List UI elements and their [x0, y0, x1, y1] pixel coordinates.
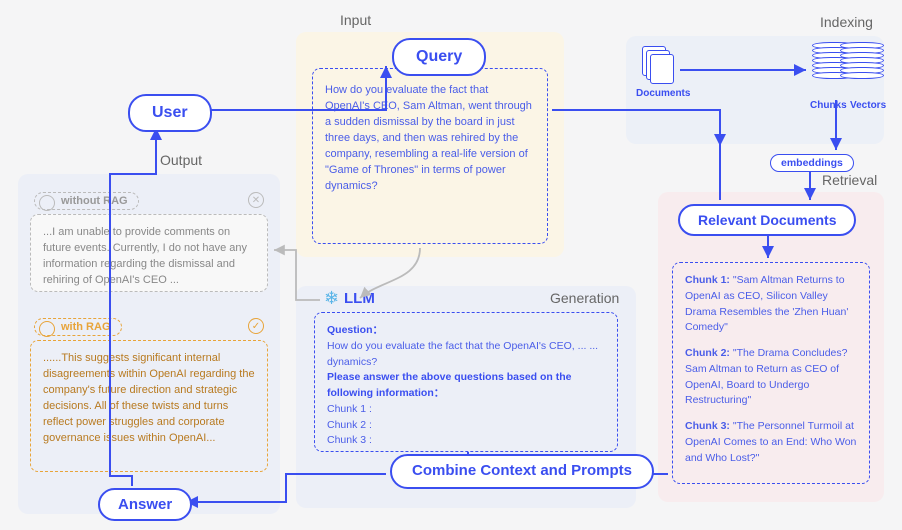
embeddings-node: embeddings [770, 154, 854, 172]
label-generation: Generation [550, 290, 619, 306]
label-output: Output [160, 152, 202, 168]
without-rag-tag: without RAG [34, 192, 139, 210]
vectors-stack-icon [840, 42, 884, 77]
gen-line-1: Chunk 1 : [327, 403, 372, 415]
documents-label: Documents [636, 88, 690, 99]
chunk-2: Chunk 2: "The Drama Concludes? Sam Altma… [685, 346, 857, 409]
without-rag-box: ...I am unable to provide comments on fu… [30, 214, 268, 292]
answer-node: Answer [98, 488, 192, 521]
cross-circle-icon: ✕ [248, 192, 264, 208]
gen-question-text: How do you evaluate the fact that the Op… [327, 340, 598, 368]
sad-face-icon [39, 195, 55, 211]
gen-question-label: Question： [327, 324, 383, 336]
chunks-label: Chunks [810, 100, 847, 111]
with-rag-tag: with RAG [34, 318, 122, 336]
generation-prompt-box: Question： How do you evaluate the fact t… [314, 312, 618, 452]
gen-line-2: Chunk 2 : [327, 419, 372, 431]
chunks-box: Chunk 1: "Sam Altman Returns to OpenAI a… [672, 262, 870, 484]
chunk-1: Chunk 1: "Sam Altman Returns to OpenAI a… [685, 273, 857, 336]
chunk-3: Chunk 3: "The Personnel Turmoil at OpenA… [685, 419, 857, 466]
documents-icon [642, 46, 672, 82]
query-node: Query [392, 38, 486, 76]
happy-face-icon [39, 321, 55, 337]
with-rag-box: ......This suggests significant internal… [30, 340, 268, 472]
check-circle-icon: ✓ [248, 318, 264, 334]
llm-node: LLM [344, 290, 375, 307]
combine-node: Combine Context and Prompts [390, 454, 654, 489]
gen-instruction: Please answer the above questions based … [327, 371, 572, 399]
user-node: User [128, 94, 212, 132]
label-retrieval: Retrieval [822, 172, 877, 188]
query-text-box: How do you evaluate the fact that OpenAI… [312, 68, 548, 244]
vectors-label: Vectors [850, 100, 886, 111]
snowflake-icon: ❄ [324, 288, 339, 309]
label-input: Input [340, 12, 371, 28]
relevant-docs-node: Relevant Documents [678, 204, 856, 236]
gen-line-3: Chunk 3 : [327, 434, 372, 446]
query-text: How do you evaluate the fact that OpenAI… [325, 83, 535, 195]
label-indexing: Indexing [820, 14, 873, 30]
